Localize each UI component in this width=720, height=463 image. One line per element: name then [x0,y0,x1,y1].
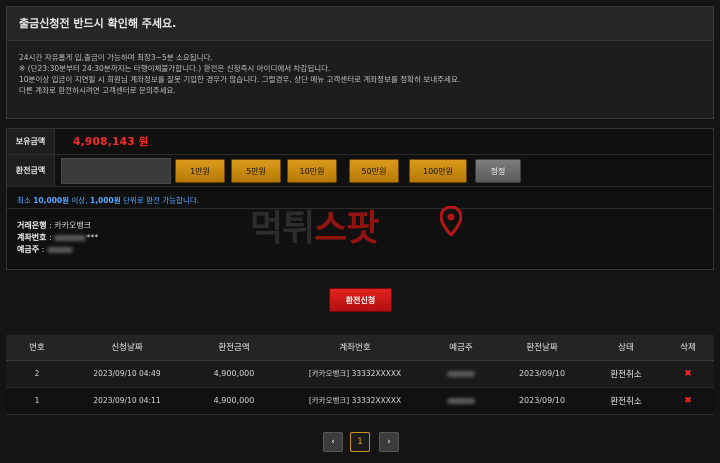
min-amount-note: 최소 10,000원 이상, 1,000원 단위로 환전 가능합니다. [17,196,200,205]
bank-line: 거래은행 : 카카오뱅크 [17,221,92,230]
cell-req-date: 2023/09/10 04:11 [68,387,186,415]
notice-line: 다른 계좌로 환전하시려면 고객센터로 문의주세요. [19,86,176,95]
col-header-no: 번호 [6,335,68,361]
masked-holder [447,371,475,377]
col-header-status: 상태 [590,335,662,361]
notice-line: 24시간 자유롭게 입,출금이 가능하며 최장3~5분 소요됩니다. [19,53,213,62]
col-header-holder: 예금주 [428,335,494,361]
cell-account: [카카오뱅크] 33332XXXXX [282,387,428,415]
col-header-req-date: 신청날짜 [68,335,186,361]
table-row: 1 2023/09/10 04:11 4,900,000 [카카오뱅크] 333… [6,387,714,415]
col-header-account: 계좌번호 [282,335,428,361]
cell-no: 1 [6,387,68,415]
balance-label: 보유금액 [7,129,55,154]
notice-title: 출금신청전 반드시 확인해 주세요. [7,7,713,41]
amount-input[interactable] [61,158,171,184]
reset-button[interactable]: 정정 [475,159,521,183]
account-key: 계좌번호 [17,233,47,242]
location-pin-icon [440,206,462,236]
holder-line: 예금주 : [17,244,98,256]
add-10k-button[interactable]: 1만원 [175,159,225,183]
col-header-amount: 환전금액 [186,335,282,361]
cell-status: 환전취소 [590,387,662,415]
prev-page-button[interactable]: ‹ [323,432,343,452]
masked-holder [447,398,475,404]
cell-ex-date: 2023/09/10 [494,360,590,388]
col-header-ex-date: 환전날짜 [494,335,590,361]
cell-amount: 4,900,000 [186,360,282,388]
page-1-button[interactable]: 1 [350,432,370,452]
bank-value: 카카오뱅크 [54,221,92,230]
bank-key: 거래은행 [17,221,47,230]
table-header-row: 번호 신청날짜 환전금액 계좌번호 예금주 환전날짜 상태 삭제 [6,335,714,361]
cell-holder [428,360,494,388]
cell-no: 2 [6,360,68,388]
balance-row: 보유금액 4,908,143 원 [7,129,713,155]
cell-ex-date: 2023/09/10 [494,387,590,415]
account-line: 계좌번호 : *** [17,233,99,242]
cell-req-date: 2023/09/10 04:49 [68,360,186,388]
notice-line: ※ (단23:30분부터 24:30분까지는 타행이체불가합니다.) 환전은 신… [19,64,331,73]
account-info: 거래은행 : 카카오뱅크 계좌번호 : *** 예금주 : [17,220,98,256]
add-50k-button[interactable]: 5만원 [231,159,281,183]
delete-icon[interactable]: ✖ [684,369,692,379]
masked-holder [46,246,73,253]
cell-amount: 4,900,000 [186,387,282,415]
balance-value: 4,908,143 원 [73,136,149,148]
cell-delete: ✖ [662,360,714,388]
add-100k-button[interactable]: 10만원 [287,159,337,183]
notice-body: 24시간 자유롭게 입,출금이 가능하며 최장3~5분 소요됩니다. ※ (단2… [7,41,713,96]
notice-line: 10분이상 입금이 지연될 시 회원님 계좌정보를 잘못 기입한 경우가 많습니… [19,75,461,84]
amount-label: 환전금액 [7,155,55,186]
cell-status: 환전취소 [590,360,662,388]
add-500k-button[interactable]: 50만원 [349,159,399,183]
submit-withdraw-button[interactable]: 환전신청 [329,288,392,312]
withdraw-history-table: 번호 신청날짜 환전금액 계좌번호 예금주 환전날짜 상태 삭제 2 2023/… [6,335,714,415]
add-1m-button[interactable]: 100만원 [409,159,467,183]
masked-account [54,234,87,241]
next-page-button[interactable]: › [379,432,399,452]
cell-holder [428,387,494,415]
table-row: 2 2023/09/10 04:49 4,900,000 [카카오뱅크] 333… [6,360,714,388]
col-header-delete: 삭제 [662,335,714,361]
account-value: *** [86,233,99,242]
notice-box: 출금신청전 반드시 확인해 주세요. 24시간 자유롭게 입,출금이 가능하며 … [6,6,714,119]
cell-account: [카카오뱅크] 33332XXXXX [282,360,428,388]
watermark-logo: 먹튀스팟 [250,208,380,249]
holder-key: 예금주 [17,245,40,254]
delete-icon[interactable]: ✖ [684,396,692,406]
cell-delete: ✖ [662,387,714,415]
